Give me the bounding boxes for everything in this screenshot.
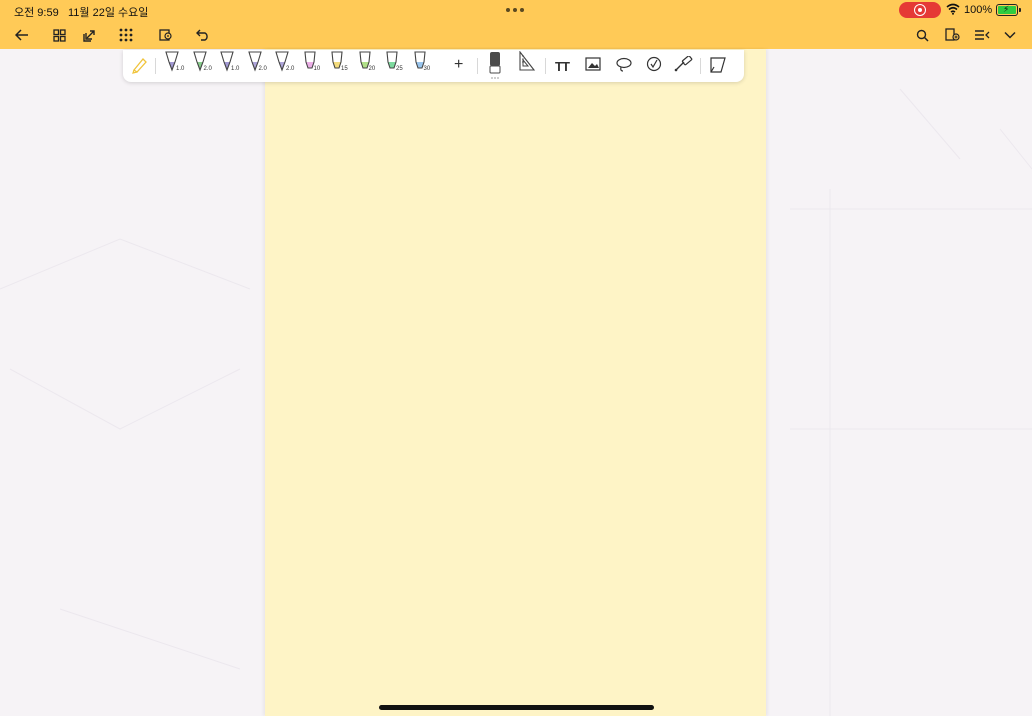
pen-size-label: 2.0 — [258, 66, 267, 72]
highlighter-tool-5[interactable]: 30 — [412, 50, 431, 78]
home-indicator[interactable] — [379, 705, 654, 710]
page-flip-icon[interactable] — [709, 56, 727, 84]
highlighter-size-label: 20 — [368, 66, 376, 72]
drawing-toolbar: 1.0 2.0 1.0 2.0 2.0 10 15 20 25 30 + TT — [123, 50, 744, 82]
pen-tool-2[interactable]: 2.0 — [192, 50, 212, 78]
pen-tool-4[interactable]: 2.0 — [247, 50, 267, 78]
add-tool-label: + — [454, 56, 464, 73]
highlighter-size-label: 25 — [396, 66, 403, 72]
pen-settings-icon[interactable] — [131, 56, 149, 84]
battery-icon: ⚡ — [996, 4, 1021, 16]
multitasking-dots-icon[interactable] — [506, 8, 524, 12]
grid-view-icon[interactable] — [49, 25, 69, 45]
highlighter-tool-2[interactable]: 15 — [329, 50, 348, 78]
eraser-icon[interactable] — [489, 51, 501, 79]
page-add-icon[interactable] — [942, 25, 962, 45]
pen-tool-5[interactable]: 2.0 — [274, 50, 294, 78]
battery-percent: 100% — [964, 4, 993, 16]
apps-dots-icon[interactable] — [116, 25, 136, 45]
status-bar: 오전 9:59 11월 22일 수요일 100% ⚡ — [0, 0, 1032, 20]
undo-icon[interactable] — [193, 25, 213, 45]
status-time: 오전 9:59 — [14, 7, 59, 19]
ruler-icon[interactable] — [518, 51, 536, 79]
back-arrow-icon[interactable] — [12, 25, 32, 45]
highlighter-size-label: 30 — [423, 66, 431, 72]
search-icon[interactable] — [912, 25, 932, 45]
screen-recording-icon[interactable] — [899, 2, 941, 18]
highlighter-size-label: 15 — [341, 66, 348, 72]
pen-size-label: 1.0 — [176, 66, 185, 72]
chevron-down-icon[interactable] — [1000, 25, 1020, 45]
text-tool-icon[interactable]: TT — [555, 58, 570, 86]
status-date: 11월 22일 수요일 — [68, 7, 149, 19]
highlighter-size-label: 10 — [313, 66, 321, 72]
pen-tool-3[interactable]: 1.0 — [219, 50, 239, 78]
pen-size-label: 2.0 — [286, 66, 295, 72]
highlighter-tool-1[interactable]: 10 — [302, 50, 321, 78]
navigation-bar — [0, 20, 1032, 49]
highlighter-tool-3[interactable]: 20 — [357, 50, 376, 78]
export-share-icon[interactable] — [79, 25, 99, 45]
notebook-page[interactable] — [265, 49, 766, 716]
add-tool-button[interactable]: + — [454, 56, 463, 84]
more-menu-icon[interactable] — [972, 25, 992, 45]
pen-tool-1[interactable]: 1.0 — [164, 50, 184, 78]
pen-size-label: 2.0 — [203, 66, 212, 72]
laser-pointer-icon[interactable] — [674, 56, 694, 84]
page-sync-icon[interactable] — [156, 25, 176, 45]
text-tool-label: TT — [555, 59, 570, 74]
pen-size-label: 1.0 — [231, 66, 240, 72]
image-icon[interactable] — [585, 57, 601, 85]
wifi-icon — [946, 3, 960, 15]
highlighter-tool-4[interactable]: 25 — [384, 50, 403, 78]
sticker-icon[interactable] — [646, 56, 662, 84]
lasso-icon[interactable] — [616, 57, 632, 85]
